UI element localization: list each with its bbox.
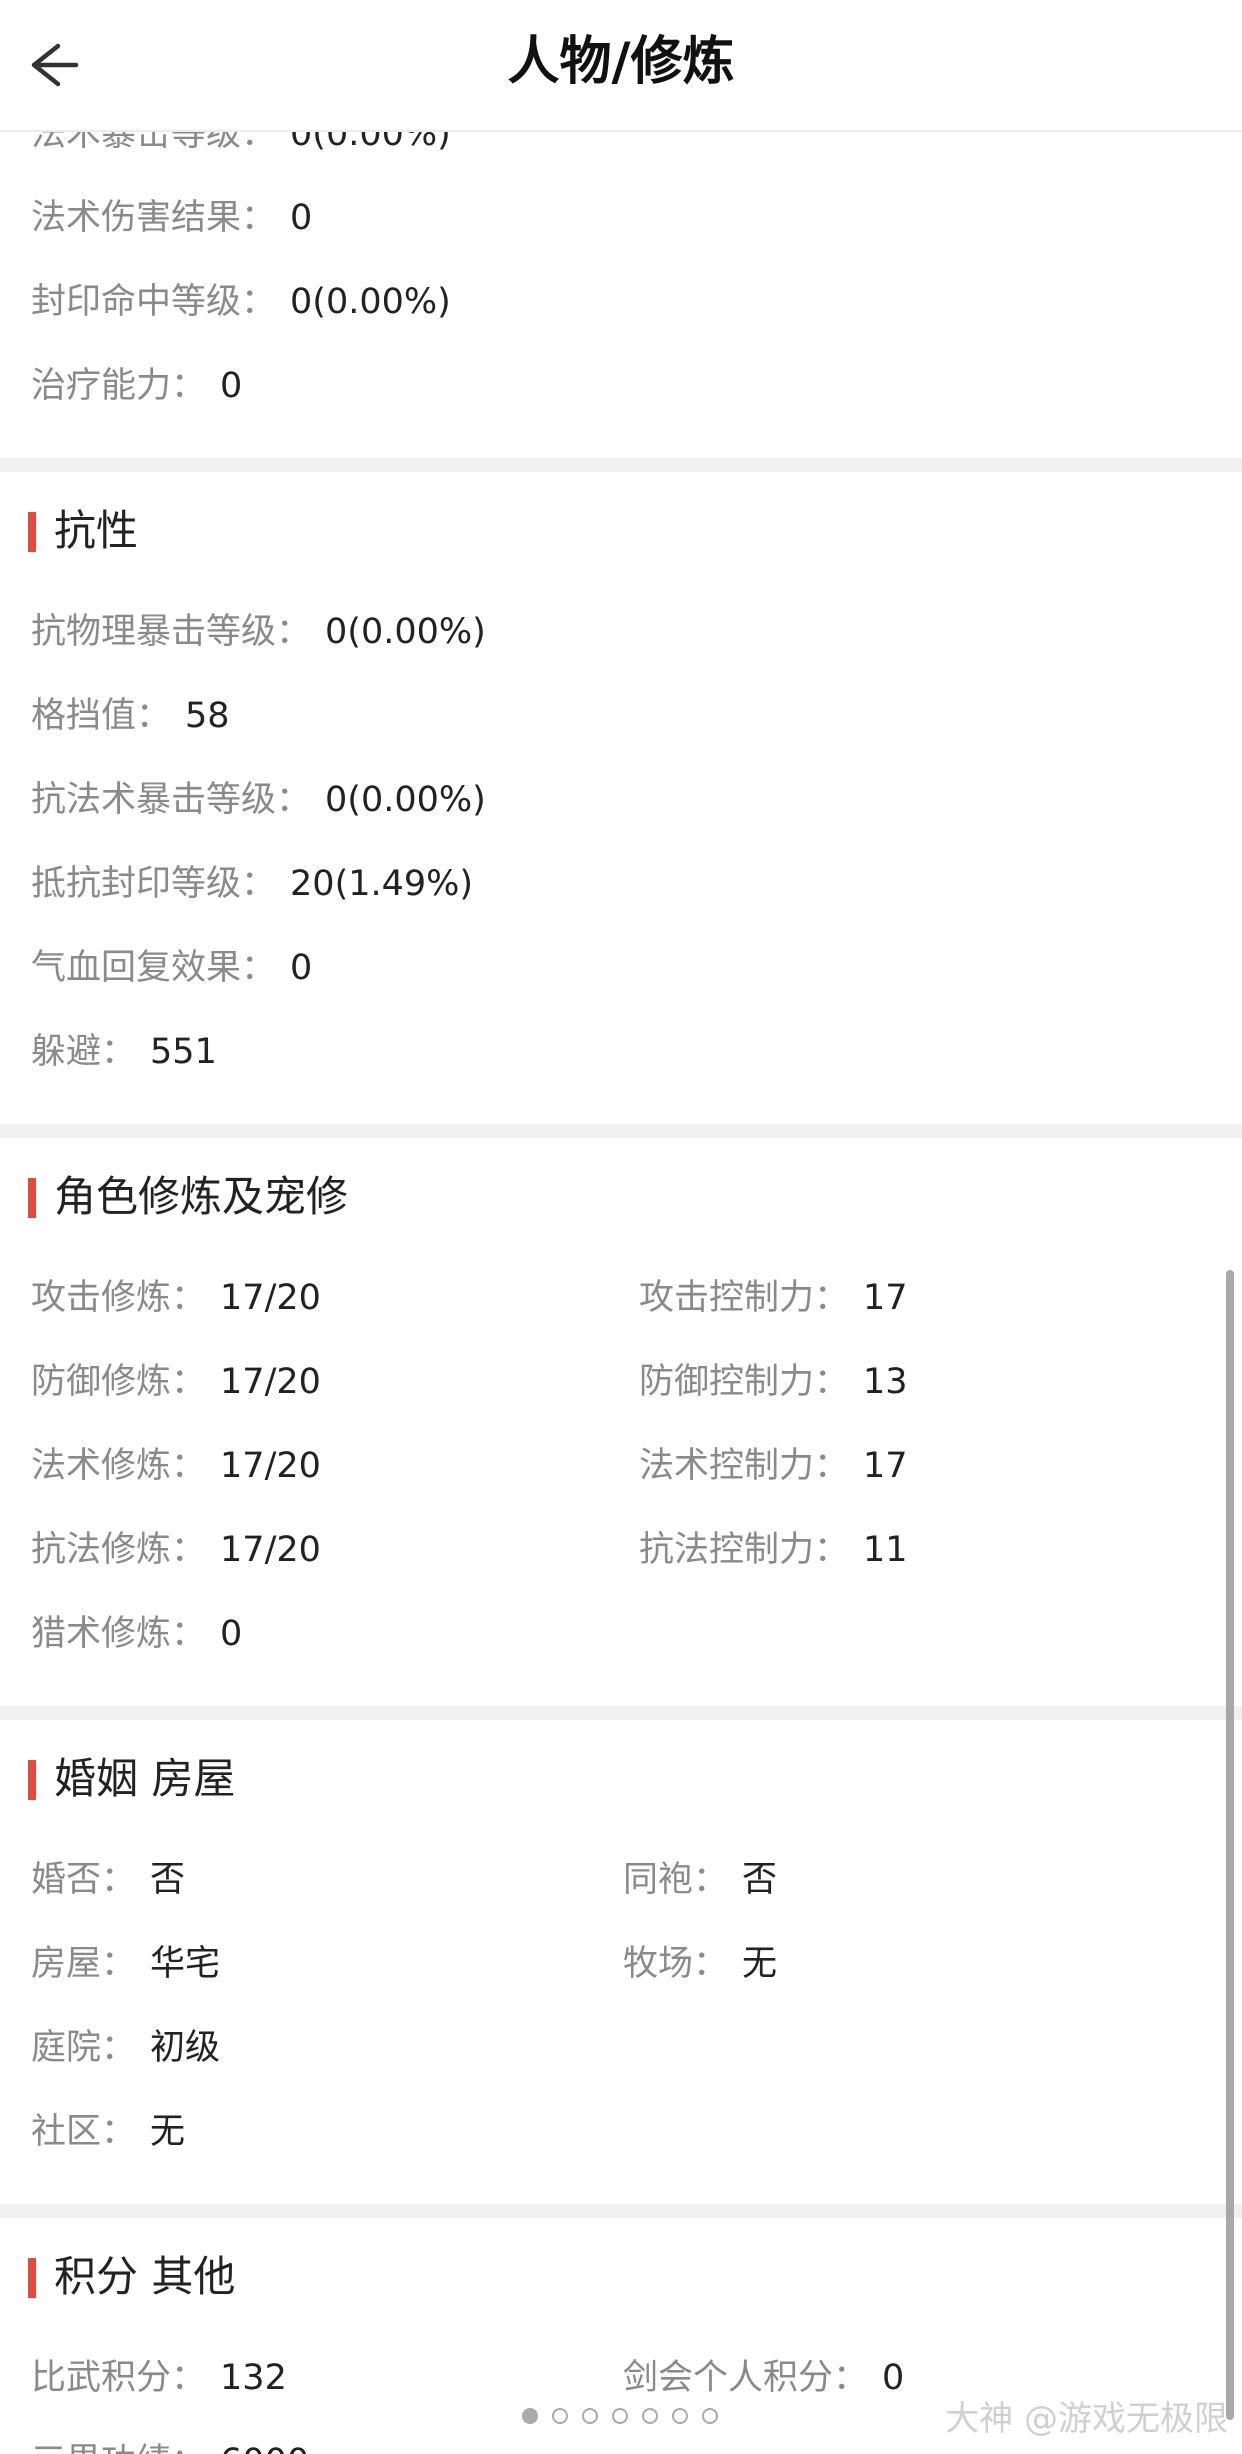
stat-label: 抵抗封印等级 xyxy=(31,864,242,904)
nav-header: 人物/修炼 xyxy=(0,0,1242,132)
stat-value: 17/20 xyxy=(220,1278,321,1318)
stat-label: 封印命中等级 xyxy=(31,282,242,322)
stat-label: 治疗能力 xyxy=(31,366,172,406)
stat-label: 格挡值 xyxy=(31,696,137,736)
stat-row: 房屋：华宅 牧场：无 xyxy=(31,1922,1242,2006)
stat-value: 58 xyxy=(185,696,230,736)
section-resist: 抗性 抗物理暴击等级： 0(0.00%) 格挡值： 58 抗法术暴击等级： 0(0.0… xyxy=(0,472,1242,1124)
stat-value: 551 xyxy=(150,1032,217,1072)
stat-row: 法术修炼： 17/20 法术控制力： 17 xyxy=(31,1424,1242,1508)
stat-value: 13 xyxy=(863,1362,908,1402)
stat-value: 否 xyxy=(742,1860,778,1900)
page: 人物/修炼 法术暴击等级： 0(0.00%) 法术伤害结果： 0 封印命中等级： 0(… xyxy=(0,0,1242,2454)
stat-value: 无 xyxy=(742,1944,778,1984)
page-dot[interactable] xyxy=(642,2408,658,2424)
stat-row: 躲避： 551 xyxy=(31,1010,1242,1094)
page-dot[interactable] xyxy=(702,2408,718,2424)
stat-value: 初级 xyxy=(150,2028,221,2068)
section-title: 积分 其他 xyxy=(0,2218,1242,2336)
stat-value: 17/20 xyxy=(220,1530,321,1570)
stat-row: 气血回复效果： 0 xyxy=(31,926,1242,1010)
watermark: 大神 @游戏无极限 xyxy=(945,2399,1228,2439)
stat-row: 社区：无 xyxy=(31,2090,1242,2174)
stat-label: 同袍 xyxy=(623,1860,694,1900)
stat-label: 三界功绩 xyxy=(31,2420,171,2454)
stat-label: 房屋 xyxy=(31,1944,102,1984)
section-marriage: 婚姻 房屋 婚否：否 同袍：否 房屋：华宅 牧场：无 庭院：初级 社区：无 xyxy=(0,1720,1242,2204)
stat-label: 婚否 xyxy=(31,1860,102,1900)
stat-value: 0 xyxy=(290,198,313,238)
stat-label: 法术修炼 xyxy=(31,1446,172,1486)
page-dot[interactable] xyxy=(522,2408,538,2424)
stat-row: 攻击修炼： 17/20 攻击控制力： 17 xyxy=(31,1256,1242,1340)
section-divider xyxy=(0,1124,1242,1138)
section-title: 角色修炼及宠修 xyxy=(0,1138,1242,1256)
stat-value: 11 xyxy=(863,1530,908,1570)
stat-row: 法术伤害结果： 0 xyxy=(31,176,1242,260)
stat-value: 17/20 xyxy=(220,1446,321,1486)
stat-label: 防御修炼 xyxy=(31,1362,172,1402)
stat-row: 抗物理暴击等级： 0(0.00%) xyxy=(31,590,1242,674)
stat-value: 0 xyxy=(290,948,313,988)
stat-label: 攻击修炼 xyxy=(31,1278,172,1318)
stat-value: 6000 xyxy=(220,2420,309,2454)
stat-label: 比武积分 xyxy=(31,2358,172,2398)
stat-label: 防御控制力 xyxy=(639,1362,815,1402)
stat-label: 法术伤害结果 xyxy=(31,198,242,238)
section-divider xyxy=(0,2204,1242,2218)
stat-label: 抗物理暴击等级 xyxy=(31,612,277,652)
page-dot[interactable] xyxy=(612,2408,628,2424)
stat-row: 婚否：否 同袍：否 xyxy=(31,1838,1242,1922)
stat-row: 抵抗封印等级： 20(1.49%) xyxy=(31,842,1242,926)
stat-label: 法术控制力 xyxy=(639,1446,815,1486)
stat-value: 0(0.00%) xyxy=(325,612,486,652)
page-dot[interactable] xyxy=(552,2408,568,2424)
stat-label: 躲避 xyxy=(31,1032,102,1072)
page-dot[interactable] xyxy=(672,2408,688,2424)
section-title: 婚姻 房屋 xyxy=(0,1720,1242,1838)
stat-value: 无 xyxy=(150,2112,186,2152)
stat-label: 社区 xyxy=(31,2112,102,2152)
stat-value: 17/20 xyxy=(220,1362,321,1402)
stat-value: 0 xyxy=(882,2358,905,2398)
stat-row: 抗法术暴击等级： 0(0.00%) xyxy=(31,758,1242,842)
scrollbar[interactable] xyxy=(1226,1270,1234,2420)
section-title: 抗性 xyxy=(0,472,1242,590)
page-title: 人物/修炼 xyxy=(507,32,735,92)
section-divider xyxy=(0,458,1242,472)
stat-row: 封印命中等级： 0(0.00%) xyxy=(31,260,1242,344)
stat-row: 猎术修炼： 0 xyxy=(31,1592,1242,1676)
stat-value: 0 xyxy=(220,366,243,406)
stat-label: 抗法控制力 xyxy=(639,1530,815,1570)
stat-row: 庭院：初级 xyxy=(31,2006,1242,2090)
stat-value: 20(1.49%) xyxy=(290,864,474,904)
stat-value: 0(0.00%) xyxy=(290,282,451,322)
stat-value: 132 xyxy=(220,2358,287,2398)
page-indicator[interactable] xyxy=(522,2408,718,2424)
scroll-content[interactable]: 法术暴击等级： 0(0.00%) 法术伤害结果： 0 封印命中等级： 0(0.00%)… xyxy=(0,92,1242,2454)
stat-label: 猎术修炼 xyxy=(31,1614,172,1654)
stat-label: 攻击控制力 xyxy=(639,1278,815,1318)
stat-label: 抗法修炼 xyxy=(31,1530,172,1570)
stat-label: 庭院 xyxy=(31,2028,102,2068)
stat-value: 华宅 xyxy=(150,1944,221,1984)
stat-label: 气血回复效果 xyxy=(31,948,242,988)
page-dot[interactable] xyxy=(582,2408,598,2424)
section-magic-continued: 法术暴击等级： 0(0.00%) 法术伤害结果： 0 封印命中等级： 0(0.00%)… xyxy=(0,92,1242,458)
stat-value: 否 xyxy=(150,1860,186,1900)
stat-value: 17 xyxy=(863,1446,908,1486)
stat-label: 牧场 xyxy=(623,1944,694,1984)
section-cultivation: 角色修炼及宠修 攻击修炼： 17/20 攻击控制力： 17 防御修炼： 17/20 防… xyxy=(0,1138,1242,1706)
stat-value: 0 xyxy=(220,1614,243,1654)
stat-row: 格挡值： 58 xyxy=(31,674,1242,758)
stat-row: 防御修炼： 17/20 防御控制力： 13 xyxy=(31,1340,1242,1424)
stat-value: 17 xyxy=(863,1278,908,1318)
section-divider xyxy=(0,1706,1242,1720)
stat-value: 0(0.00%) xyxy=(325,780,486,820)
stat-row: 抗法修炼： 17/20 抗法控制力： 11 xyxy=(31,1508,1242,1592)
stat-label: 抗法术暴击等级 xyxy=(31,780,277,820)
stat-row: 治疗能力： 0 xyxy=(31,344,1242,428)
